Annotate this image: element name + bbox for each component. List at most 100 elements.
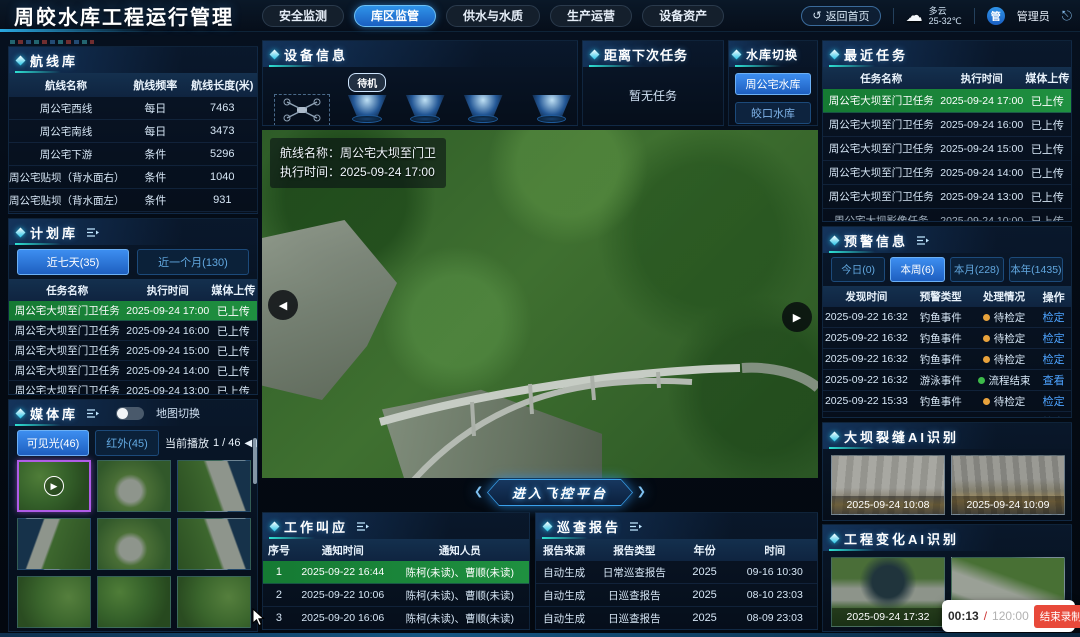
nav-tab-assets[interactable]: 设备资产: [642, 5, 724, 27]
table-row[interactable]: 自动生成 日常巡查报告 2025 09-16 10:30: [536, 561, 817, 584]
col-header: 执行时间: [126, 283, 210, 298]
media-thumbnail[interactable]: [17, 518, 91, 570]
table-row[interactable]: 周公宅下游 条件 5296: [9, 143, 257, 166]
table-row[interactable]: 周公宅大坝至门卫任务 2025-09-24 16:00 已上传: [823, 113, 1071, 137]
tab-alerts-week[interactable]: 本周(6): [890, 257, 944, 282]
verify-link[interactable]: 检定: [1036, 393, 1071, 409]
cell: 1040: [188, 171, 257, 183]
panel-title: 工程变化AI识别: [844, 529, 959, 548]
nav-tab-water-supply[interactable]: 供水与水质: [446, 5, 540, 27]
enter-flight-platform-button[interactable]: 进入飞控平台 ❮ ❯: [487, 479, 633, 506]
cell: 2025: [676, 612, 732, 624]
verify-link[interactable]: 检定: [1036, 351, 1071, 367]
cell: 日常巡查报告: [592, 565, 676, 580]
nav-tab-reservoir-area[interactable]: 库区监管: [354, 5, 436, 27]
diamond-icon: [830, 49, 840, 59]
table-header-row: 任务名称 执行时间 媒体上传: [9, 279, 257, 301]
nav-tab-safety[interactable]: 安全监测: [262, 5, 344, 27]
back-home-button[interactable]: ↺ 返回首页: [801, 6, 880, 26]
live-video-feed[interactable]: 航线名称：周公宅大坝至门卫 执行时间：2025-09-24 17:00 ◀ ▶: [262, 130, 818, 478]
table-row[interactable]: 周公宅大坝至门卫任务 2025-09-24 13:00 已上传: [9, 381, 257, 395]
playing-label: 当前播放: [165, 435, 209, 451]
tab-alerts-today[interactable]: 今日(0): [831, 257, 885, 282]
device-signal-item[interactable]: 图传信号: [404, 75, 446, 126]
cell: 2025-09-24 13:00: [940, 191, 1024, 203]
table-row[interactable]: 周公宅大坝影像任务 2025-09-24 10:00 已上传: [823, 209, 1071, 222]
media-thumbnail[interactable]: [177, 460, 251, 512]
device-status-item[interactable]: 待机 状态信息: [346, 73, 388, 126]
drone-device[interactable]: Matrice 4TD: [273, 94, 330, 126]
enter-flight-platform-label: 进入飞控平台: [512, 483, 608, 502]
media-thumbnail[interactable]: [177, 518, 251, 570]
device-item-label: 电池运行状态: [520, 125, 578, 126]
cell: 2025-09-24 15:00: [940, 143, 1024, 155]
next-task-panel: 距离下次任务 暂无任务: [582, 40, 724, 126]
recording-separator: /: [984, 609, 987, 623]
table-row[interactable]: 周公宅大坝至门卫任务 2025-09-24 17:00 已上传: [823, 89, 1071, 113]
map-toggle[interactable]: [116, 407, 144, 420]
cell: 待检定: [972, 352, 1036, 367]
tab-infrared[interactable]: 红外(45): [95, 430, 159, 456]
table-row[interactable]: 周公宅大坝至门卫任务 2025-09-24 15:00 已上传: [823, 137, 1071, 161]
table-row[interactable]: 2 2025-09-22 10:06 陈柯(未读)、曹顺(未读): [263, 584, 529, 607]
media-thumbnail[interactable]: [97, 518, 171, 570]
back-home-label: 返回首页: [826, 8, 870, 24]
diamond-icon: [16, 408, 26, 418]
prev-media-icon[interactable]: ◀: [245, 438, 253, 449]
table-row[interactable]: 周公宅大坝至门卫任务 2025-09-24 14:00 已上传: [9, 361, 257, 381]
device-battery-run-item[interactable]: 电池运行状态: [520, 75, 578, 126]
reservoir-option-zhougongzhai[interactable]: 周公宅水库: [735, 73, 811, 95]
table-row[interactable]: 周公宅西线 每日 7463: [9, 97, 257, 120]
user-avatar[interactable]: 管: [987, 7, 1005, 25]
video-next-button[interactable]: ▶: [782, 302, 812, 332]
table-row[interactable]: 周公宅大坝至门卫任务 2025-09-24 13:00 已上传: [823, 185, 1071, 209]
table-row[interactable]: 周公宅大坝至门卫任务 2025-09-24 15:00 已上传: [9, 341, 257, 361]
table-row[interactable]: 周公宅贴坝（背水面右） 条件 1040: [9, 166, 257, 189]
change-image-1[interactable]: 2025-09-24 17:32: [831, 557, 945, 627]
reservoir-option-jiaokou[interactable]: 皎口水库: [735, 102, 811, 124]
crack-image-2[interactable]: 2025-09-24 10:09: [951, 455, 1065, 515]
table-row[interactable]: 自动生成 日巡查报告 2025 08-09 23:03: [536, 607, 817, 630]
no-task-text: 暂无任务: [583, 67, 723, 123]
verify-link[interactable]: 检定: [1036, 330, 1071, 346]
table-row[interactable]: 周公宅贴坝（背水面左） 条件 931: [9, 189, 257, 212]
mouse-cursor: [252, 608, 265, 627]
video-prev-button[interactable]: ◀: [268, 290, 298, 320]
tab-last-month[interactable]: 近一个月(130): [137, 249, 249, 275]
table-row[interactable]: 周公宅大坝至门卫任务 2025-09-24 17:00 已上传: [9, 301, 257, 321]
panel-title: 计划库: [30, 223, 78, 242]
stop-recording-button[interactable]: 结束录制: [1034, 605, 1080, 628]
view-link[interactable]: 查看: [1036, 372, 1071, 388]
media-thumbnail[interactable]: [97, 460, 171, 512]
media-thumbnail[interactable]: [177, 576, 251, 628]
media-thumbnail[interactable]: ▶: [17, 460, 91, 512]
cell: 3: [263, 612, 295, 624]
device-battery-item[interactable]: 电池信息: [462, 75, 504, 126]
tab-alerts-year[interactable]: 本年(1435): [1009, 257, 1063, 282]
table-row[interactable]: 自动生成 日巡查报告 2025 08-10 23:03: [536, 584, 817, 607]
tab-alerts-month[interactable]: 本月(228): [950, 257, 1004, 282]
logout-icon[interactable]: ⎋: [1062, 8, 1072, 24]
verify-link[interactable]: 检定: [1036, 309, 1071, 325]
tab-visible-light[interactable]: 可见光(46): [17, 430, 89, 456]
table-row[interactable]: 1 2025-09-22 16:44 陈柯(未读)、曹顺(未读): [263, 561, 529, 584]
panel-header: 预警信息: [823, 227, 1071, 253]
table-row[interactable]: 周公宅大坝至门卫任务 2025-09-24 14:00 已上传: [823, 161, 1071, 185]
tab-last-7-days[interactable]: 近七天(35): [17, 249, 129, 275]
play-icon: ▶: [44, 476, 64, 496]
panel-title: 预警信息: [844, 231, 908, 250]
nav-tab-operations[interactable]: 生产运营: [550, 5, 632, 27]
col-header: 媒体上传: [1024, 70, 1071, 86]
cell: 已上传: [210, 323, 257, 339]
header-accent-line: [0, 29, 150, 32]
crack-image-1[interactable]: 2025-09-24 10:08: [831, 455, 945, 515]
table-row[interactable]: 周公宅大坝至门卫任务 2025-09-24 16:00 已上传: [9, 321, 257, 341]
table-row[interactable]: 周公宅南线 每日 3473: [9, 120, 257, 143]
table-row[interactable]: [9, 212, 257, 214]
cell: 周公宅大坝至门卫任务: [9, 323, 126, 338]
media-thumbnail[interactable]: [97, 576, 171, 628]
media-thumbnail[interactable]: [17, 576, 91, 628]
table-row[interactable]: 3 2025-09-20 16:06 陈柯(未读)、曹顺(未读): [263, 607, 529, 630]
scrollbar-thumb[interactable]: [253, 438, 257, 484]
verify-link[interactable]: 检定: [1036, 414, 1071, 418]
